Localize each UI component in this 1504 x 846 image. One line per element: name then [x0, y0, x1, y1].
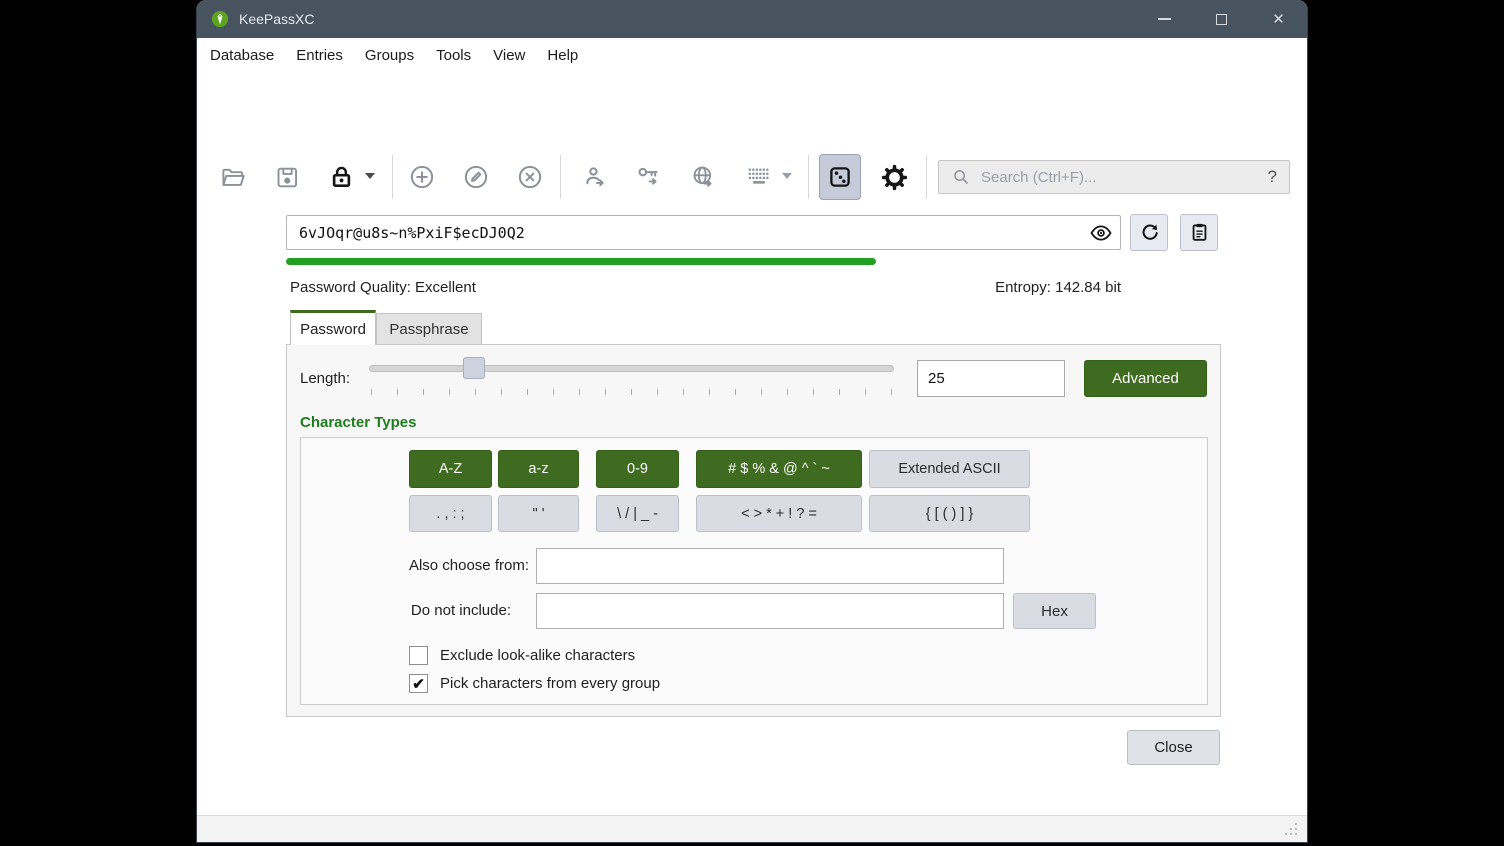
charset-uppercase-button[interactable]: A-Z	[409, 450, 492, 488]
charset-lowercase-button[interactable]: a-z	[498, 450, 579, 488]
lock-database-button[interactable]	[317, 153, 365, 201]
menu-bar: Database Entries Groups Tools View Help	[197, 38, 1307, 72]
menu-tools[interactable]: Tools	[425, 47, 482, 64]
minimize-icon	[1158, 18, 1171, 20]
password-quality-bar	[286, 258, 876, 265]
autotype-dropdown-chevron-down-icon[interactable]	[782, 173, 792, 179]
x-circle-icon	[516, 163, 544, 191]
menu-groups[interactable]: Groups	[354, 47, 425, 64]
do-not-include-label: Do not include:	[311, 602, 511, 619]
resize-grip[interactable]	[1295, 823, 1298, 826]
titlebar: KeePassXC ✕	[197, 0, 1307, 38]
regenerate-password-button[interactable]	[1130, 214, 1168, 251]
close-window-button[interactable]: ✕	[1250, 0, 1307, 38]
also-choose-from-label: Also choose from:	[329, 557, 529, 574]
tab-password[interactable]: Password	[290, 310, 376, 345]
status-bar	[197, 815, 1307, 843]
keepassxc-window: KeePassXC ✕ Database Entries Groups Tool…	[196, 0, 1308, 843]
maximize-button[interactable]	[1193, 0, 1250, 38]
eye-icon	[1089, 221, 1113, 245]
charset-math-button[interactable]: < > * + ! ? =	[696, 495, 862, 532]
toolbar-separator	[808, 155, 809, 199]
length-slider-track[interactable]	[369, 365, 894, 372]
toolbar-separator	[560, 155, 561, 199]
search-icon	[951, 167, 971, 187]
menu-entries[interactable]: Entries	[285, 47, 354, 64]
gear-icon	[880, 163, 909, 192]
toggle-password-visibility-button[interactable]	[1082, 216, 1120, 249]
menu-view[interactable]: View	[482, 47, 536, 64]
autotype-keyboard-icon	[745, 163, 773, 191]
close-button[interactable]: Close	[1127, 730, 1220, 765]
toolbar-separator	[926, 155, 927, 199]
charset-braces-button[interactable]: { [ ( ) ] }	[869, 495, 1030, 532]
entropy-label: Entropy: 142.84 bit	[791, 279, 1121, 296]
copy-username-icon	[582, 163, 610, 191]
pick-every-group-label: Pick characters from every group	[440, 675, 660, 692]
minimize-button[interactable]	[1136, 0, 1193, 38]
folder-open-icon	[220, 164, 247, 191]
length-slider-ticks	[371, 389, 892, 395]
search-help-icon[interactable]: ?	[1268, 167, 1277, 187]
save-database-button[interactable]	[263, 153, 311, 201]
menu-database[interactable]: Database	[199, 47, 285, 64]
edit-entry-button[interactable]	[452, 153, 500, 201]
refresh-icon	[1138, 221, 1161, 244]
search-box: ?	[938, 160, 1290, 194]
toolbar: ?	[197, 72, 1307, 138]
keepassxc-logo-icon	[210, 9, 230, 29]
dice-icon	[826, 163, 854, 191]
generated-password-field	[286, 215, 1121, 250]
lock-dropdown-chevron-down-icon[interactable]	[365, 173, 375, 179]
add-entry-button[interactable]	[398, 153, 446, 201]
length-slider-handle[interactable]	[463, 357, 485, 379]
copy-url-globe-icon	[689, 163, 717, 191]
charset-punctuation-button[interactable]: . , : ;	[409, 495, 492, 532]
advanced-button[interactable]: Advanced	[1084, 360, 1207, 397]
do-not-include-input[interactable]	[536, 593, 1004, 629]
pick-every-group-checkbox[interactable]: ✔	[409, 674, 428, 693]
pencil-circle-icon	[462, 163, 490, 191]
length-spinbox	[917, 360, 1065, 397]
close-icon: ✕	[1272, 10, 1285, 28]
exclude-lookalike-label: Exclude look-alike characters	[440, 647, 635, 664]
delete-entry-button[interactable]	[506, 153, 554, 201]
window-title: KeePassXC	[239, 11, 314, 27]
search-input[interactable]	[981, 169, 1268, 186]
password-quality-label: Password Quality: Excellent	[290, 279, 476, 296]
clipboard-icon	[1188, 221, 1211, 244]
lock-icon	[327, 163, 356, 192]
tab-passphrase[interactable]: Passphrase	[376, 313, 482, 344]
window-controls: ✕	[1136, 0, 1307, 38]
copy-password-button[interactable]	[625, 153, 673, 201]
menu-help[interactable]: Help	[536, 47, 589, 64]
charset-extended-ascii-button[interactable]: Extended ASCII	[869, 450, 1030, 488]
settings-button[interactable]	[870, 153, 918, 201]
checkmark-icon: ✔	[412, 675, 425, 693]
autotype-button[interactable]	[735, 153, 783, 201]
open-database-button[interactable]	[209, 153, 257, 201]
length-label: Length:	[300, 370, 350, 387]
hex-button[interactable]: Hex	[1013, 593, 1096, 629]
copy-url-button[interactable]	[679, 153, 727, 201]
generated-password-input[interactable]	[287, 224, 1082, 242]
character-types-heading: Character Types	[300, 414, 416, 431]
charset-special-button[interactable]: # $ % & @ ^ ` ~	[696, 450, 862, 488]
copy-password-key-icon	[635, 163, 663, 191]
copy-username-button[interactable]	[572, 153, 620, 201]
also-choose-from-input[interactable]	[536, 548, 1004, 584]
save-icon	[274, 164, 301, 191]
plus-circle-icon	[408, 163, 436, 191]
charset-quotes-button[interactable]: " '	[498, 495, 579, 532]
charset-dashes-button[interactable]: \ / | _ -	[596, 495, 679, 532]
toolbar-separator	[392, 155, 393, 199]
copy-to-clipboard-button[interactable]	[1180, 214, 1218, 251]
charset-numbers-button[interactable]: 0-9	[596, 450, 679, 488]
password-generator-toggle-button[interactable]	[819, 154, 861, 200]
maximize-icon	[1216, 14, 1227, 25]
exclude-lookalike-checkbox[interactable]	[409, 646, 428, 665]
